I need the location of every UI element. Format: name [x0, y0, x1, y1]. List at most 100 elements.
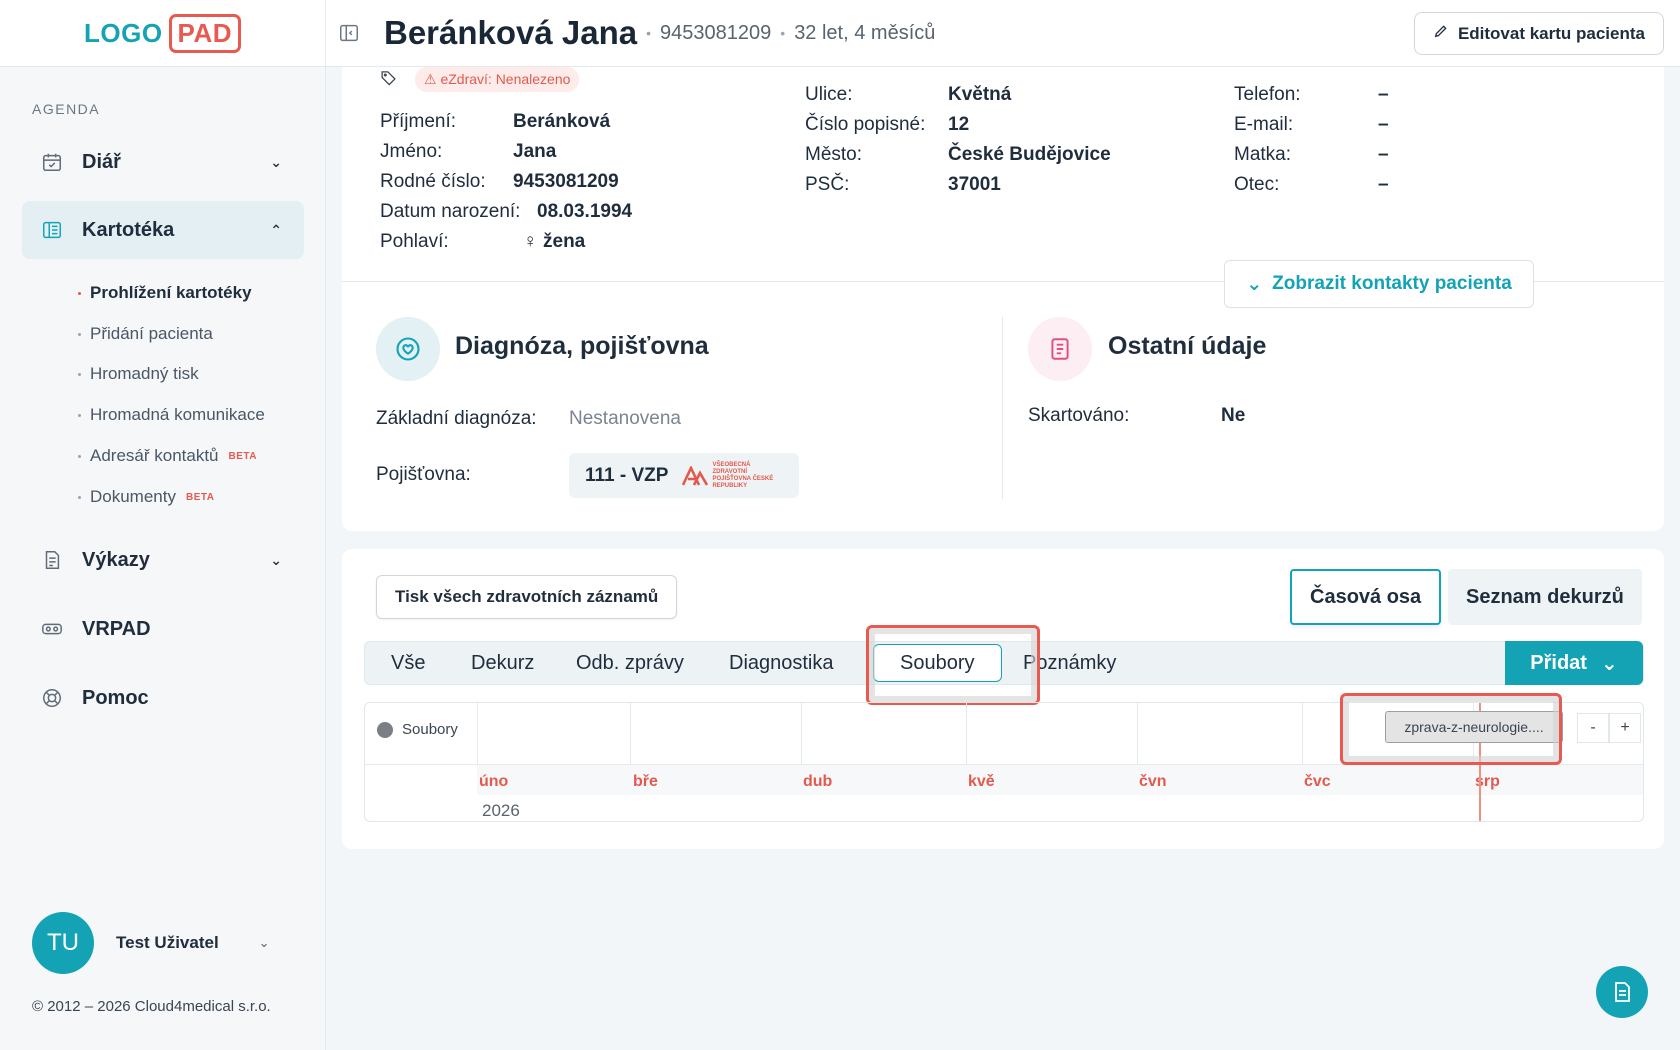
sidebar-item-vrpad[interactable]: VRPAD	[22, 600, 304, 658]
pencil-icon	[1433, 23, 1449, 44]
subitem-label: Adresář kontaktů	[90, 446, 219, 465]
sidebar-toggle-icon[interactable]	[336, 20, 362, 46]
timeline-gridline	[801, 703, 802, 765]
field-value: –	[1378, 174, 1389, 195]
beta-badge: BETA	[185, 491, 215, 503]
subitem-pridani[interactable]: Přidání pacienta	[78, 324, 213, 344]
tab-vse[interactable]: Vše	[391, 642, 425, 684]
timeline-gridline	[477, 703, 478, 765]
bullet	[78, 332, 81, 336]
floating-document-button[interactable]	[1596, 966, 1648, 1018]
sidebar-item-label: Kartotéka	[82, 218, 175, 241]
agenda-section-label: AGENDA	[32, 101, 101, 117]
insurance-value: 111 - VZP	[585, 464, 669, 486]
tab-diagnostika[interactable]: Diagnostika	[729, 642, 834, 684]
vertical-divider	[1002, 317, 1003, 499]
field-label: Pojišťovna:	[376, 464, 471, 485]
field-label: Ulice:	[805, 84, 853, 105]
legend-label: Soubory	[402, 721, 458, 738]
tab-dekurz[interactable]: Dekurz	[471, 642, 534, 684]
sidebar-item-label: VRPAD	[82, 617, 151, 640]
sidebar-item-kartoteka[interactable]: Kartotéka ⌃	[22, 201, 304, 259]
sidebar-item-pomoc[interactable]: Pomoc	[22, 669, 304, 727]
month-label: kvě	[968, 773, 995, 790]
field-value: –	[1378, 144, 1389, 165]
edit-patient-button[interactable]: Editovat kartu pacienta	[1413, 12, 1664, 55]
month-label: čvc	[1304, 773, 1331, 790]
year-label: 2026	[482, 801, 520, 820]
timeline-view-button[interactable]: Časová osa	[1290, 569, 1442, 625]
page-title: Beránková Jana	[384, 14, 638, 51]
field-value: 08.03.1994	[537, 201, 633, 222]
sidebar-item-label: Výkazy	[82, 548, 150, 571]
subitem-adresar[interactable]: Adresář kontaktů BETA	[78, 446, 257, 466]
separator-dot: •	[646, 25, 652, 41]
zoom-in-button[interactable]: +	[1609, 713, 1641, 743]
user-name: Test Uživatel	[116, 933, 219, 952]
logo-part-1: LOGO	[83, 17, 163, 48]
page-header: Beránková Jana • 9453081209 • 32 let, 4 …	[326, 0, 1680, 67]
vzp-logo: VŠEOBECNÁ ZDRAVOTNÍ POJIŠŤOVNA ČESKÉ REP…	[682, 462, 782, 490]
timeline-legend: Soubory	[377, 721, 458, 738]
show-contacts-label: Zobrazit kontakty pacienta	[1272, 273, 1512, 294]
subitem-prohlizeni[interactable]: Prohlížení kartotéky	[78, 283, 252, 303]
separator-dot: •	[780, 25, 786, 41]
patient-info-card: ⚠ eZdraví: Nenalezeno Příjmení: Beránkov…	[342, 67, 1664, 531]
zoom-out-button[interactable]: -	[1577, 713, 1609, 743]
sidebar: LOGO PAD AGENDA Diář ⌄ Kartotéka ⌃ Prohl…	[0, 0, 326, 1050]
vzp-logo-text: VŠEOBECNÁ ZDRAVOTNÍ POJIŠŤOVNA ČESKÉ REP…	[712, 461, 774, 489]
sidebar-item-diar[interactable]: Diář ⌄	[22, 133, 304, 191]
field-label: Rodné číslo:	[380, 171, 486, 192]
subitem-label: Hromadná komunikace	[90, 405, 265, 424]
field-value: 12	[948, 114, 970, 135]
field-label: Telefon:	[1234, 84, 1301, 105]
tag-icon[interactable]	[380, 69, 397, 91]
subitem-label: Přidání pacienta	[90, 324, 213, 343]
timeline-gridline	[1137, 703, 1138, 765]
diagnosis-section-title: Diagnóza, pojišťovna	[455, 332, 709, 360]
chevron-down-icon: ⌄	[270, 551, 282, 568]
sidebar-item-label: Diář	[82, 150, 121, 173]
sidebar-item-vykazy[interactable]: Výkazy ⌄	[22, 531, 304, 589]
lifebuoy-icon	[40, 686, 64, 710]
field-label: Matka:	[1234, 144, 1292, 165]
field-label: PSČ:	[805, 174, 850, 195]
document-icon	[1615, 982, 1630, 1002]
field-label: Město:	[805, 144, 863, 165]
subitem-hromadna-komunikace[interactable]: Hromadná komunikace	[78, 405, 265, 425]
field-value: 37001	[948, 174, 1001, 195]
subitem-dokumenty[interactable]: Dokumenty BETA	[78, 487, 214, 507]
show-contacts-button[interactable]: ⌄ Zobrazit kontakty pacienta	[1224, 260, 1534, 308]
heart-shield-icon	[376, 317, 440, 381]
print-all-records-button[interactable]: Tisk všech zdravotních záznamů	[376, 575, 678, 619]
field-label: Datum narození:	[380, 201, 521, 222]
chevron-down-icon: ⌄	[1600, 652, 1618, 675]
chevron-down-icon: ⌄	[1246, 273, 1263, 295]
highlight-frame	[1340, 693, 1562, 765]
logo[interactable]: LOGO PAD	[83, 13, 242, 53]
insurance-badge: 111 - VZP VŠEOBECNÁ ZDRAVOTNÍ POJIŠŤOVNA…	[569, 453, 799, 498]
logo-part-2: PAD	[168, 13, 242, 53]
field-label: Základní diagnóza:	[376, 408, 537, 429]
ezdravi-status-text: eZdraví: Nenalezeno	[440, 71, 571, 87]
user-menu[interactable]: TU Test Uživatel ⌄	[32, 912, 270, 974]
document-icon	[1028, 317, 1092, 381]
chevron-up-icon: ⌃	[270, 221, 282, 238]
timeline-gridline	[630, 703, 631, 765]
month-label: bře	[633, 773, 658, 790]
field-value: –	[1378, 114, 1389, 135]
timeline-gridline	[1302, 703, 1303, 765]
tag-row: ⚠ eZdraví: Nenalezeno	[380, 67, 580, 92]
highlight-frame	[866, 625, 1040, 705]
subitem-hromadny-tisk[interactable]: Hromadný tisk	[78, 364, 199, 384]
tab-odb-zpravy[interactable]: Odb. zprávy	[576, 642, 684, 684]
birth-number: 9453081209	[660, 21, 772, 44]
add-record-button[interactable]: Přidat ⌄	[1505, 641, 1643, 685]
field-value: Nestanovena	[569, 408, 681, 429]
timeline-gridline	[966, 703, 967, 765]
subitem-label: Hromadný tisk	[90, 364, 199, 383]
field-value: České Budějovice	[948, 144, 1111, 165]
bullet	[78, 413, 81, 417]
field-label: Číslo popisné:	[805, 114, 926, 135]
list-view-button[interactable]: Seznam dekurzů	[1448, 569, 1642, 625]
